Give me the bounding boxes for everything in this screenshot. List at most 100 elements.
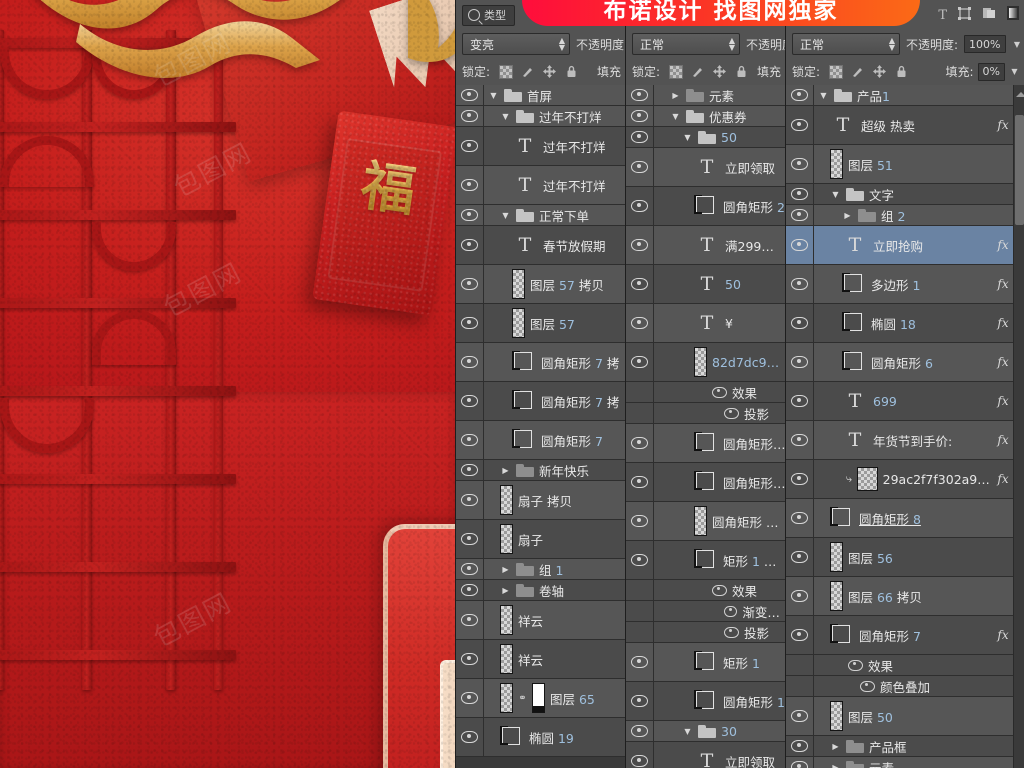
layer-row[interactable]: 圆角矩形 7 拷: [456, 343, 626, 382]
eye-icon[interactable]: [461, 89, 478, 101]
layer-visibility-toggle[interactable]: [456, 601, 484, 639]
eye-icon[interactable]: [791, 473, 808, 485]
shape-filter-icon[interactable]: [958, 6, 971, 24]
layer-row[interactable]: 椭圆 18fx▾: [786, 304, 1024, 343]
layer-visibility-toggle[interactable]: [786, 85, 814, 105]
layer-row[interactable]: 椭圆 19: [456, 718, 626, 757]
eye-icon[interactable]: [791, 590, 808, 602]
twirl-right-icon[interactable]: ▶: [842, 211, 853, 220]
fill-dropdown-icon[interactable]: ▼: [1009, 67, 1020, 76]
eye-icon[interactable]: [631, 515, 648, 527]
twirl-down-icon[interactable]: ▼: [488, 91, 499, 100]
eye-icon[interactable]: [791, 317, 808, 329]
type-filter-icon[interactable]: T: [938, 8, 947, 23]
eye-icon[interactable]: [631, 239, 648, 251]
layer-row[interactable]: ▼ 50: [626, 127, 786, 148]
layer-effects-badge[interactable]: fx: [992, 472, 1014, 486]
layer-row[interactable]: 图层 51: [786, 145, 1024, 184]
eye-icon[interactable]: [791, 239, 808, 251]
eye-icon[interactable]: [724, 605, 738, 617]
layer-row[interactable]: 渐变叠加: [626, 601, 786, 622]
layers-panel-3[interactable]: T正常▲▼不透明度:100%▼锁定:填充:0%▼▼产品1T超级 热卖fx▾图层 …: [785, 0, 1024, 768]
transparency-lock-icon[interactable]: [829, 65, 844, 79]
eye-icon[interactable]: [631, 725, 648, 737]
layer-visibility-toggle[interactable]: [786, 382, 814, 420]
eye-icon[interactable]: [631, 110, 648, 122]
layer-visibility-toggle[interactable]: [456, 265, 484, 303]
eye-icon[interactable]: [461, 179, 478, 191]
layer-visibility-toggle[interactable]: [626, 742, 654, 768]
eye-icon[interactable]: [461, 614, 478, 626]
blend-mode-select[interactable]: 正常 ▲ ▼: [792, 33, 900, 55]
twirl-down-icon[interactable]: ▼: [682, 727, 693, 736]
move-lock-icon[interactable]: [543, 65, 557, 78]
layer-visibility-toggle[interactable]: [626, 226, 654, 264]
layer-effects-badge[interactable]: fx: [992, 433, 1014, 447]
layer-visibility-toggle[interactable]: [786, 655, 814, 675]
layer-row[interactable]: 多边形 1fx▾: [786, 265, 1024, 304]
eye-icon[interactable]: [791, 278, 808, 290]
image-canvas[interactable]: 福 包图网 包图网 包图网 包图网: [0, 0, 455, 768]
eye-icon[interactable]: [631, 278, 648, 290]
layer-visibility-toggle[interactable]: [456, 106, 484, 126]
layer-visibility-toggle[interactable]: [456, 421, 484, 459]
layer-visibility-toggle[interactable]: [626, 463, 654, 501]
eye-icon[interactable]: [461, 563, 478, 575]
layer-row[interactable]: ▼ 正常下单: [456, 205, 626, 226]
layer-row[interactable]: T 满299使用: [626, 226, 786, 265]
layer-visibility-toggle[interactable]: [786, 343, 814, 381]
eye-icon[interactable]: [631, 200, 648, 212]
layers-scrollbar[interactable]: [1013, 85, 1024, 768]
eye-icon[interactable]: [461, 356, 478, 368]
eye-icon[interactable]: [461, 464, 478, 476]
eye-icon[interactable]: [791, 551, 808, 563]
twirl-right-icon[interactable]: ▶: [500, 565, 511, 574]
layer-row[interactable]: 祥云: [456, 601, 626, 640]
twirl-down-icon[interactable]: ▼: [670, 112, 681, 121]
layer-visibility-toggle[interactable]: [626, 343, 654, 381]
eye-icon[interactable]: [631, 554, 648, 566]
layer-row[interactable]: 矩形 1 副本: [626, 541, 786, 580]
layer-row[interactable]: T699fx▾: [786, 382, 1024, 421]
layer-visibility-toggle[interactable]: [626, 148, 654, 186]
eye-icon[interactable]: [631, 317, 648, 329]
layer-row[interactable]: ▶ 卷轴: [456, 580, 626, 601]
layer-visibility-toggle[interactable]: [626, 643, 654, 681]
layer-row[interactable]: T 春节放假期: [456, 226, 626, 265]
layer-visibility-toggle[interactable]: [456, 481, 484, 519]
eye-icon[interactable]: [631, 656, 648, 668]
layer-row[interactable]: 投影: [626, 403, 786, 424]
layer-list[interactable]: ▼ 首屏 ▼ 过年不打烊 T 过年不打烊 T 过年不打烊 ▼ 正常下单 T 春节放假期 图层 57 拷贝…: [456, 85, 626, 768]
layer-row[interactable]: 圆角矩形 7: [456, 421, 626, 460]
layer-visibility-toggle[interactable]: [786, 499, 814, 537]
layer-visibility-toggle[interactable]: [456, 226, 484, 264]
eye-icon[interactable]: [461, 692, 478, 704]
layer-row[interactable]: 82d7dc976efc55: [626, 343, 786, 382]
twirl-right-icon[interactable]: ▶: [830, 742, 841, 751]
move-lock-icon[interactable]: [713, 65, 727, 78]
layer-visibility-toggle[interactable]: [786, 304, 814, 342]
layer-visibility-toggle[interactable]: [456, 382, 484, 420]
brush-lock-icon[interactable]: [691, 65, 704, 78]
eye-icon[interactable]: [791, 188, 808, 200]
eye-icon[interactable]: [724, 407, 739, 419]
layer-effects-badge[interactable]: fx: [992, 238, 1014, 252]
eye-icon[interactable]: [791, 710, 808, 722]
eye-icon[interactable]: [791, 89, 808, 101]
eye-icon[interactable]: [461, 239, 478, 251]
move-lock-icon[interactable]: [873, 65, 887, 78]
layer-visibility-toggle[interactable]: [626, 721, 654, 741]
layer-row[interactable]: T年货节到手价:fx▾: [786, 421, 1024, 460]
chevron-updown-icon[interactable]: ▲ ▼: [559, 37, 565, 52]
layer-row[interactable]: 投影: [626, 622, 786, 643]
layer-row[interactable]: ▶ 产品框: [786, 736, 1024, 757]
eye-icon[interactable]: [461, 533, 478, 545]
eye-icon[interactable]: [461, 140, 478, 152]
layer-visibility-toggle[interactable]: [786, 676, 814, 696]
layer-visibility-toggle[interactable]: [786, 265, 814, 303]
eye-icon[interactable]: [461, 434, 478, 446]
scrollbar-thumb[interactable]: [1015, 115, 1024, 225]
layer-row[interactable]: ▼ 文字: [786, 184, 1024, 205]
layer-effects-badge[interactable]: fx: [992, 277, 1014, 291]
all-lock-icon[interactable]: [565, 65, 578, 78]
